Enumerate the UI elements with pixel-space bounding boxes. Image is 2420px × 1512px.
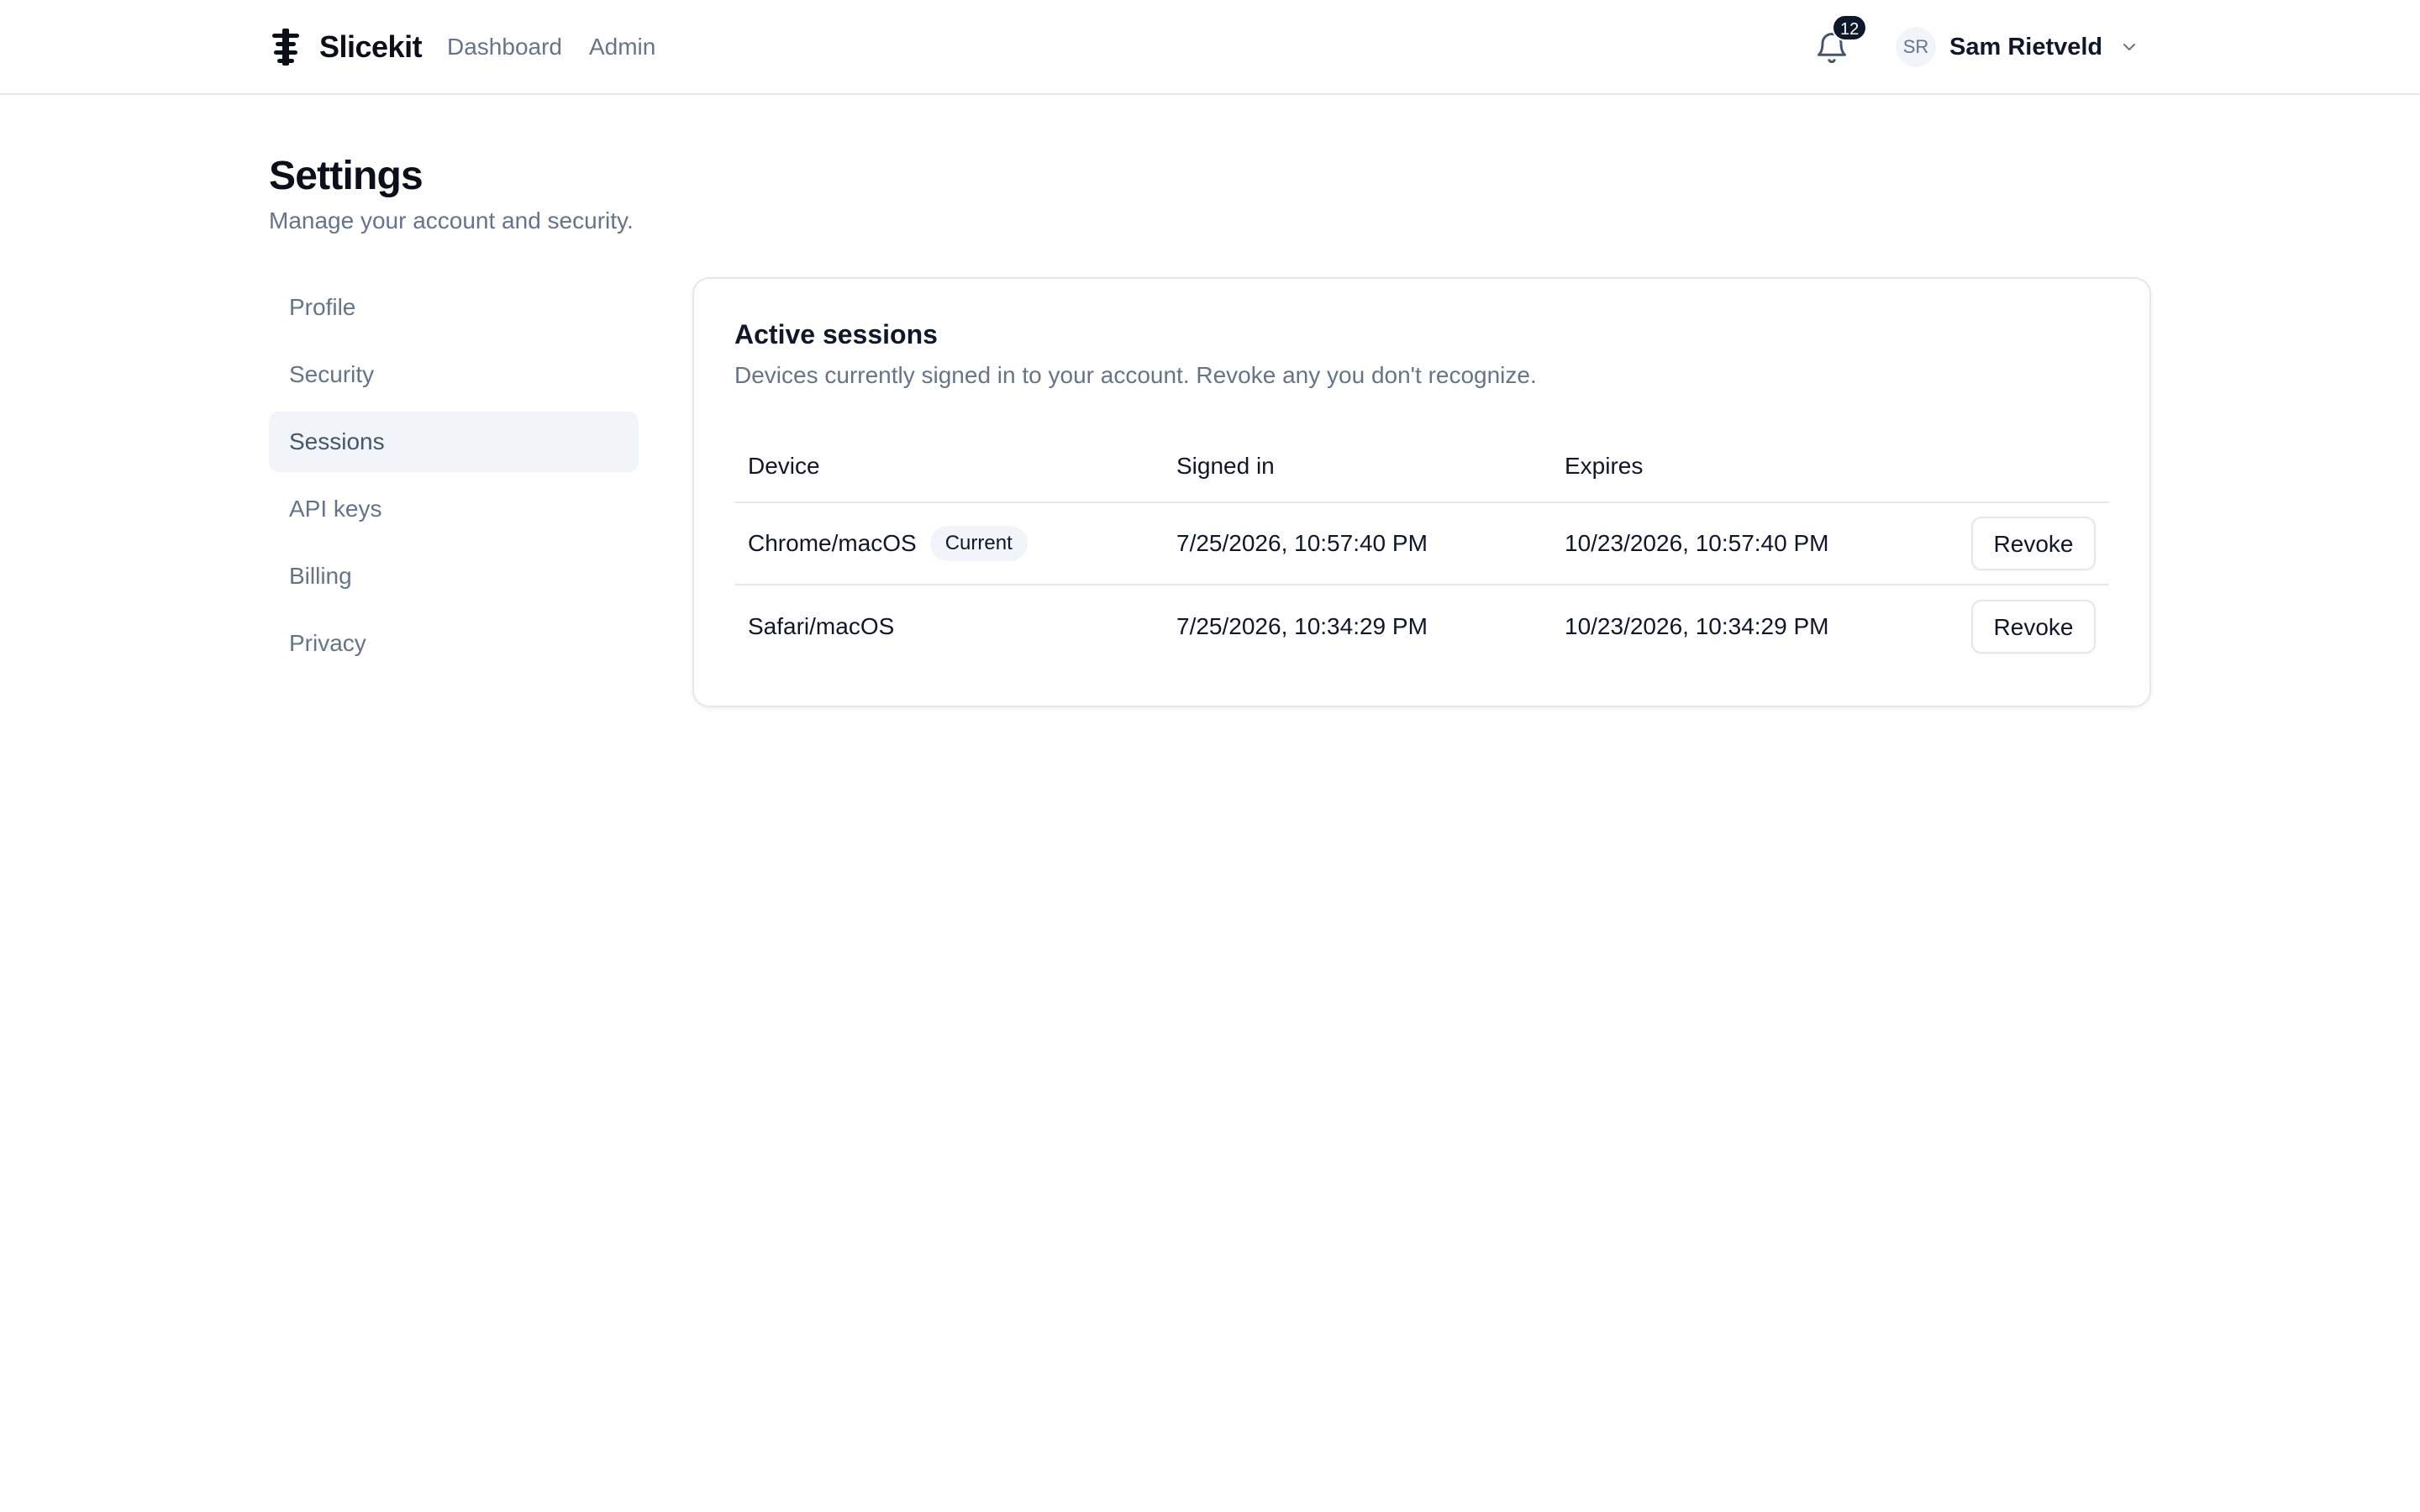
sidebar-item-sessions[interactable]: Sessions (269, 412, 639, 472)
revoke-button[interactable]: Revoke (1971, 517, 2096, 570)
active-sessions-card: Active sessions Devices currently signed… (692, 277, 2151, 707)
device-name: Safari/macOS (748, 612, 895, 639)
app-name: Slicekit (319, 29, 423, 64)
current-session-badge: Current (929, 526, 1028, 561)
page-title: Settings (269, 154, 424, 198)
revoke-button[interactable]: Revoke (1971, 599, 2096, 654)
device-cell: Chrome/macOS Current (734, 502, 1163, 585)
user-menu[interactable]: SR Sam Rietveld (1896, 27, 2139, 67)
column-header-signed-in: Signed in (1163, 430, 1551, 503)
sidebar-item-billing[interactable]: Billing (269, 546, 639, 606)
settings-sidebar: Profile Security Sessions API keys Billi… (269, 277, 639, 680)
sidebar-item-api-keys[interactable]: API keys (269, 479, 639, 539)
table-row: Safari/macOS 7/25/2026, 10:34:29 PM 10/2… (734, 585, 2109, 667)
avatar: SR (1896, 27, 1936, 67)
nav-link-dashboard[interactable]: Dashboard (447, 30, 562, 64)
device-cell: Safari/macOS (734, 585, 1163, 667)
user-name: Sam Rietveld (1949, 33, 2103, 60)
column-header-actions (1924, 430, 2109, 503)
card-title: Active sessions (734, 319, 938, 349)
table-header-row: Device Signed in Expires (734, 430, 2109, 503)
signed-in-cell: 7/25/2026, 10:34:29 PM (1176, 612, 1428, 639)
sidebar-item-profile[interactable]: Profile (269, 277, 639, 338)
chevron-down-icon (2123, 44, 2136, 50)
brand[interactable]: Slicekit (269, 24, 423, 71)
page-subtitle: Manage your account and security. (269, 207, 634, 234)
table-row: Chrome/macOS Current 7/25/2026, 10:57:40… (734, 502, 2109, 585)
sidebar-item-privacy[interactable]: Privacy (269, 613, 639, 674)
sidebar-item-security[interactable]: Security (269, 344, 639, 405)
top-nav: Dashboard Admin (447, 30, 655, 64)
action-cell: Revoke (1924, 585, 2109, 667)
signed-in-cell: 7/25/2026, 10:57:40 PM (1163, 502, 1551, 585)
action-cell: Revoke (1924, 502, 2109, 585)
slicekit-logo-icon (272, 29, 299, 66)
column-header-expires: Expires (1551, 430, 1924, 503)
notification-count-badge: 12 (1832, 14, 1868, 41)
expires-cell: 10/23/2026, 10:34:29 PM (1565, 612, 1829, 639)
device-name: Chrome/macOS (748, 530, 917, 556)
nav-link-admin[interactable]: Admin (589, 30, 655, 64)
sessions-table: Device Signed in Expires Chrome/macOS Cu… (734, 430, 2109, 667)
card-description: Devices currently signed in to your acco… (734, 362, 1537, 388)
top-bar: Slicekit Dashboard Admin 12 SR Sam Rietv… (0, 0, 2420, 95)
column-header-device: Device (734, 430, 1163, 503)
expires-cell: 10/23/2026, 10:57:40 PM (1551, 502, 1924, 585)
